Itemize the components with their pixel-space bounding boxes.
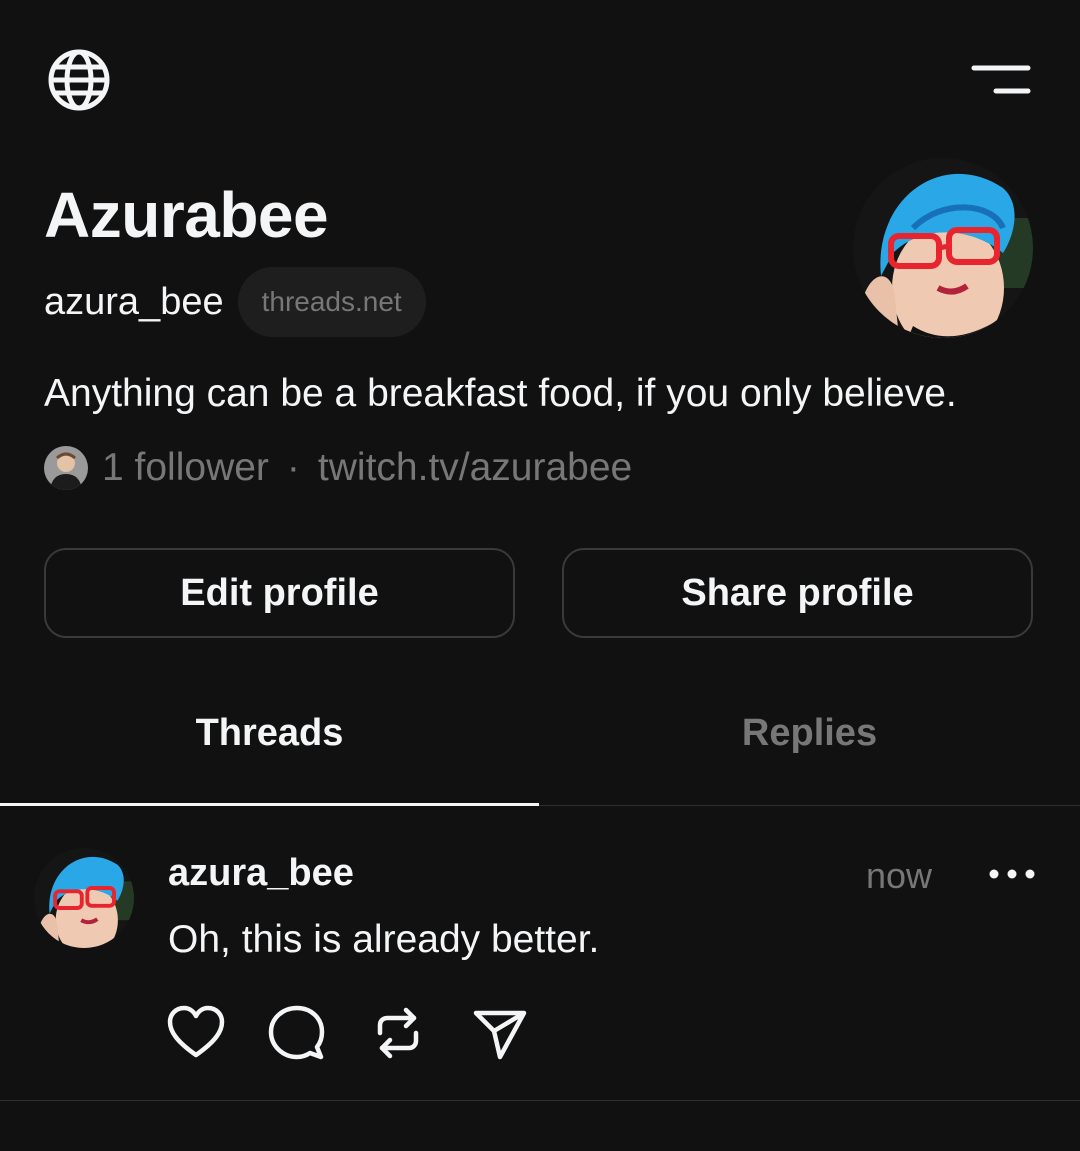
display-name: Azurabee: [44, 179, 329, 251]
tab-replies[interactable]: Replies: [540, 712, 1079, 768]
domain-chip[interactable]: threads.net: [237, 267, 426, 337]
post-avatar[interactable]: [34, 848, 134, 948]
hamburger-menu-icon[interactable]: [966, 58, 1036, 102]
post-username[interactable]: azura_bee: [168, 852, 354, 895]
repost-icon[interactable]: [368, 1003, 428, 1063]
comment-icon[interactable]: [266, 1003, 326, 1063]
tab-threads[interactable]: Threads: [0, 712, 539, 768]
follower-avatar[interactable]: [44, 446, 88, 490]
more-options-icon[interactable]: [986, 862, 1038, 886]
globe-icon[interactable]: [46, 47, 112, 113]
edit-profile-button[interactable]: Edit profile: [44, 548, 515, 638]
meta-separator: ·: [286, 446, 300, 489]
meta-row: 1 follower · twitch.tv/azurabee: [44, 444, 632, 492]
post-text: Oh, this is already better.: [168, 918, 600, 961]
profile-username: azura_bee: [44, 280, 224, 323]
post-divider: [0, 1100, 1080, 1101]
send-icon[interactable]: [470, 1003, 530, 1063]
profile-bio: Anything can be a breakfast food, if you…: [44, 372, 957, 415]
heart-icon[interactable]: [166, 1003, 226, 1063]
share-profile-button[interactable]: Share profile: [562, 548, 1033, 638]
profile-avatar[interactable]: [853, 158, 1033, 338]
post-timestamp: now: [866, 855, 933, 896]
profile-link[interactable]: twitch.tv/azurabee: [318, 446, 632, 490]
profile-page: Azurabee azura_bee threads.net Anything …: [0, 0, 1080, 1151]
handle-row: azura_bee threads.net: [44, 267, 426, 337]
followers-count[interactable]: 1 follower: [102, 446, 269, 490]
active-tab-indicator: [0, 803, 539, 806]
